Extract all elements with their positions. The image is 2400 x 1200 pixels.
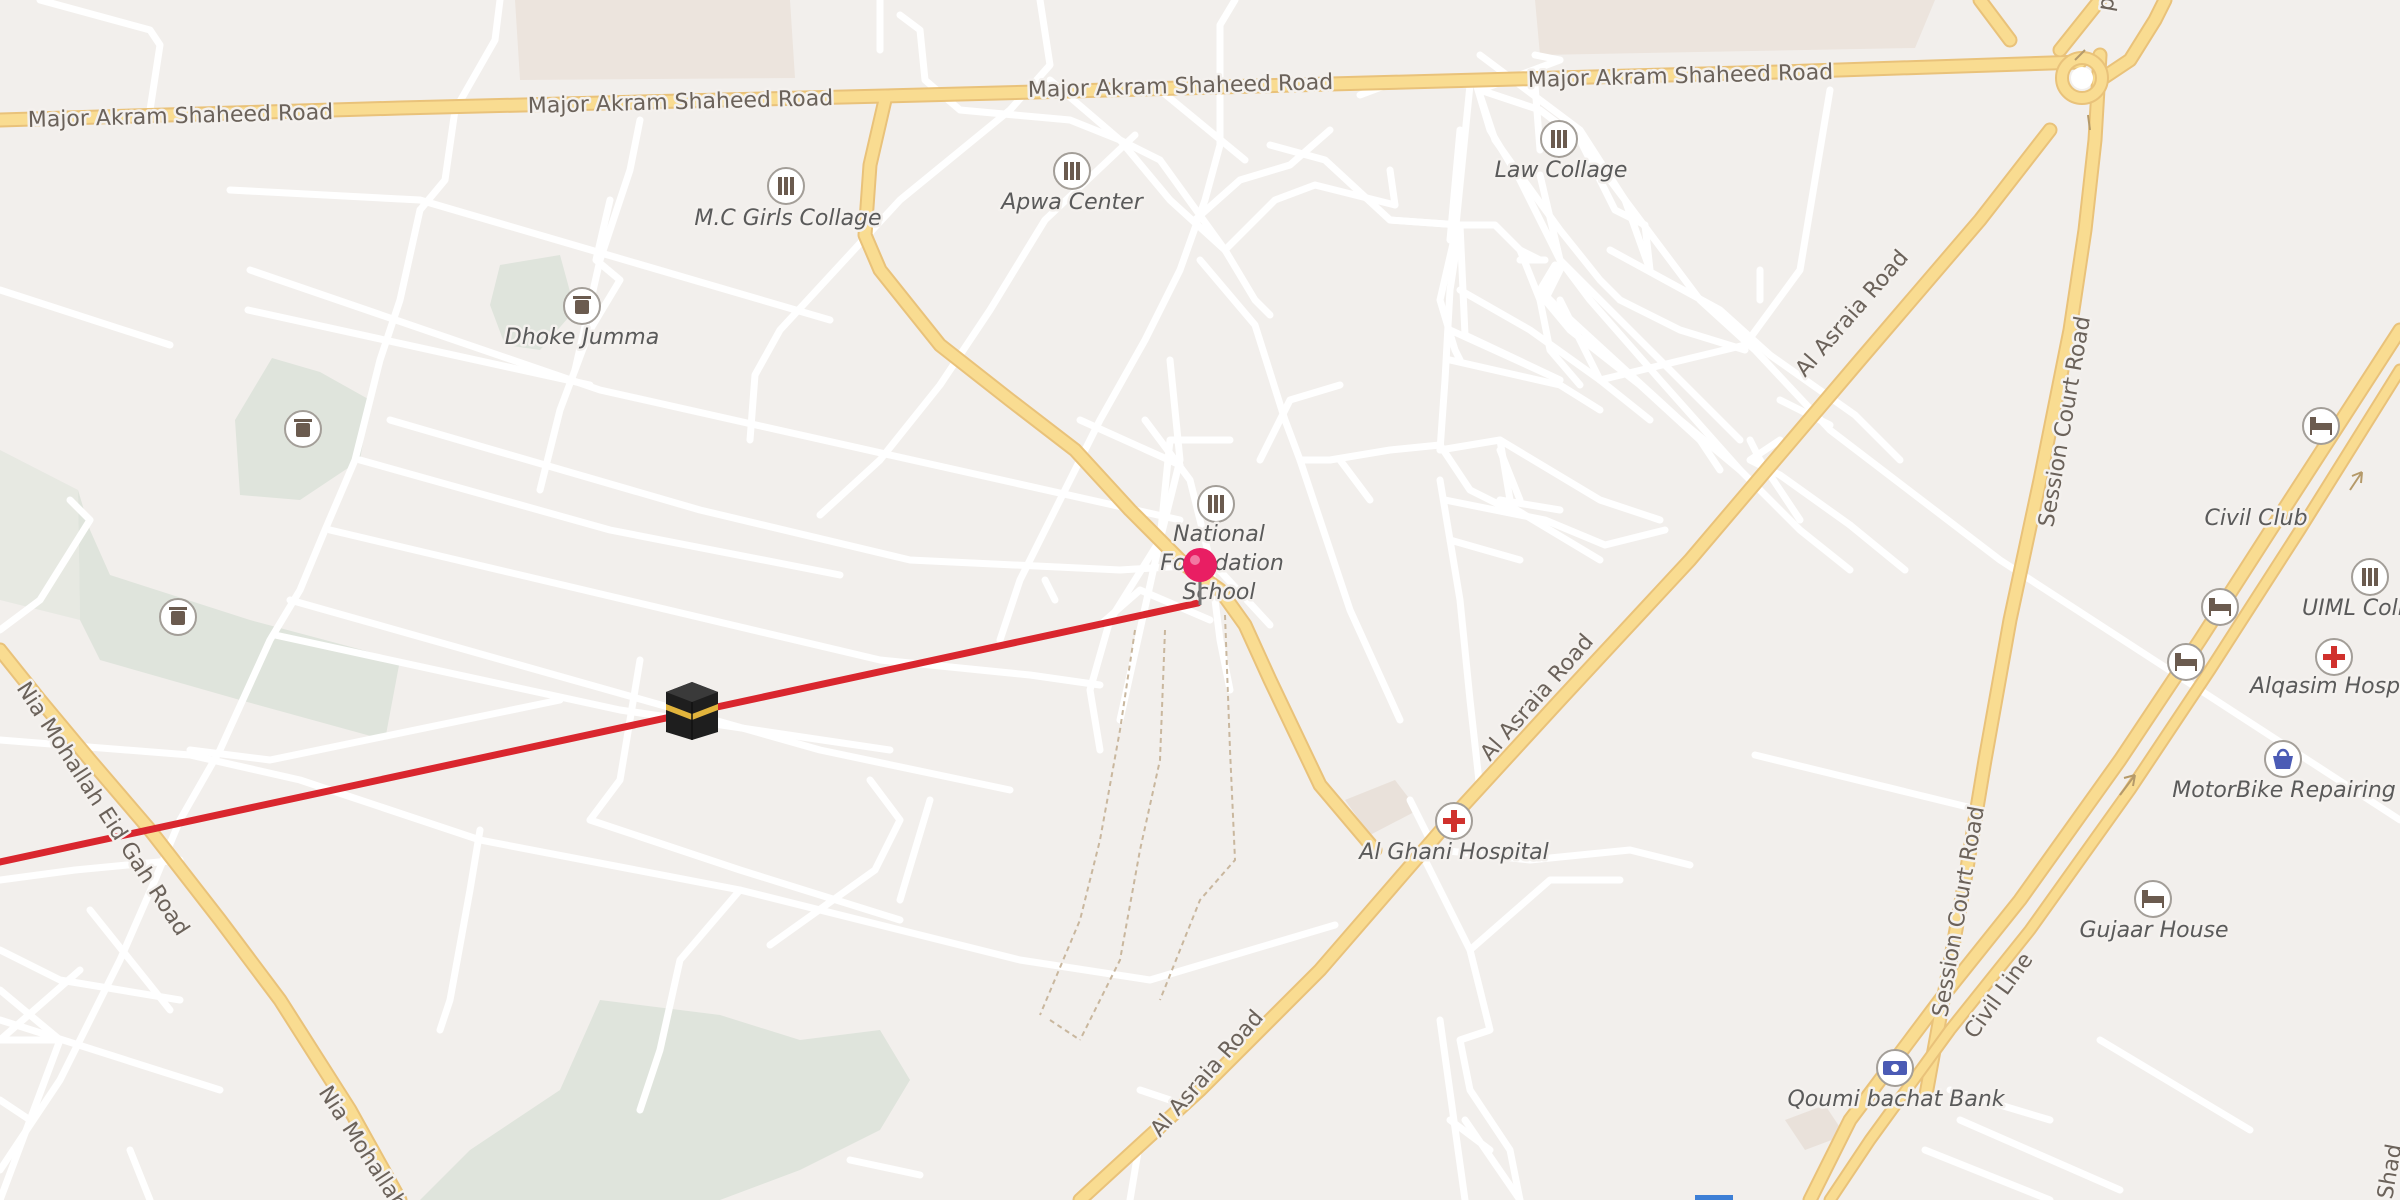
cemetery-icon[interactable] bbox=[159, 598, 197, 636]
poi-label-law: Law Collage bbox=[1495, 158, 1628, 183]
shop-icon[interactable] bbox=[2264, 740, 2302, 778]
school-icon[interactable] bbox=[1540, 120, 1578, 158]
poi-label-apwa: Apwa Center bbox=[999, 190, 1144, 215]
school-icon[interactable] bbox=[767, 167, 805, 205]
map-canvas[interactable]: Major Akram Shaheed Road Major Akram Sha… bbox=[0, 0, 2400, 1200]
hotel-icon[interactable] bbox=[2167, 643, 2205, 681]
poi-label-foundation: Foundation bbox=[1160, 551, 1284, 576]
map-edge-marker bbox=[1695, 1195, 1733, 1200]
school-icon[interactable] bbox=[1197, 485, 1235, 523]
poi-label-dhoke: Dhoke Jumma bbox=[505, 325, 659, 350]
poi-label-uiml: UIML Coll bbox=[2302, 596, 2400, 621]
hospital-icon[interactable] bbox=[2315, 638, 2353, 676]
poi-label-civil-club: Civil Club bbox=[2204, 506, 2307, 531]
poi-label-alghani: Al Ghani Hospital bbox=[1357, 840, 1548, 865]
hotel-icon[interactable] bbox=[2302, 407, 2340, 445]
poi-label-gujaar: Gujaar House bbox=[2079, 918, 2228, 943]
cemetery-icon[interactable] bbox=[563, 287, 601, 325]
poi-label-qoumi: Qoumi bachat Bank bbox=[1787, 1087, 2005, 1112]
poi-label-school: School bbox=[1182, 580, 1255, 605]
hotel-icon[interactable] bbox=[2201, 588, 2239, 626]
kaaba-icon[interactable] bbox=[666, 682, 718, 740]
school-icon[interactable] bbox=[1053, 152, 1091, 190]
poi-label-national: National bbox=[1173, 522, 1265, 547]
poi-label-mc-girls: M.C Girls Collage bbox=[694, 206, 881, 231]
poi-label-alqasim: Alqasim Hospi bbox=[2248, 674, 2400, 699]
poi-label-motorbike: MotorBike Repairing bbox=[2172, 778, 2396, 803]
cemetery-icon[interactable] bbox=[284, 410, 322, 448]
bank-icon[interactable] bbox=[1876, 1049, 1914, 1087]
hotel-icon[interactable] bbox=[2134, 880, 2172, 918]
hospital-icon[interactable] bbox=[1435, 802, 1473, 840]
school-icon[interactable] bbox=[2351, 558, 2389, 596]
